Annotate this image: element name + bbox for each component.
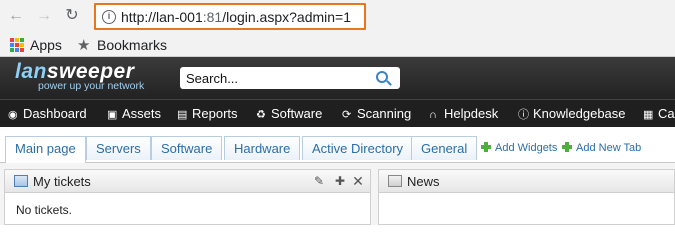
- lansweeper-logo[interactable]: lansweeper power up your network: [15, 60, 144, 92]
- close-icon[interactable]: ✕: [351, 174, 365, 188]
- nav-reports[interactable]: ▤ Reports: [177, 106, 238, 121]
- info-icon: ⓘ: [518, 109, 529, 121]
- apps-dot: [10, 48, 14, 52]
- reload-icon[interactable]: ↻: [64, 8, 80, 24]
- site-info-icon[interactable]: i: [102, 10, 116, 24]
- nav-knowledgebase[interactable]: ⓘ Knowledgebase: [518, 106, 626, 122]
- apps-dot: [15, 43, 19, 47]
- reports-icon: ▤: [177, 109, 188, 121]
- app-header: lansweeper power up your network: [0, 57, 675, 99]
- apps-dot: [20, 48, 24, 52]
- star-icon[interactable]: ★: [77, 36, 90, 54]
- tab-servers[interactable]: Servers: [86, 136, 151, 160]
- widget-header: My tickets ✎ ✚ ✕: [5, 170, 370, 193]
- plus-icon: [562, 142, 572, 152]
- add-new-tab-label: Add New Tab: [576, 142, 642, 154]
- scanning-icon: ⟳: [342, 109, 352, 121]
- widget-area: My tickets ✎ ✚ ✕ No tickets. News: [0, 163, 675, 225]
- edit-icon[interactable]: ✎: [312, 174, 326, 188]
- apps-dot: [10, 43, 14, 47]
- news-widget: News: [378, 169, 675, 225]
- tab-software[interactable]: Software: [151, 136, 223, 160]
- add-new-tab-button[interactable]: Add New Tab: [562, 141, 641, 154]
- logo-tagline: power up your network: [38, 80, 145, 92]
- nav-scanning[interactable]: ⟳ Scanning: [342, 106, 411, 121]
- forward-arrow-icon[interactable]: →: [36, 8, 52, 24]
- bookmarks-bar: Apps ★ Bookmarks: [0, 33, 675, 57]
- browser-toolbar: ← → ↻ i http://lan-001:81/login.aspx?adm…: [0, 0, 675, 33]
- assets-icon: ▣: [107, 109, 118, 121]
- nav-label: Helpdesk: [444, 106, 499, 121]
- headset-icon: ∩: [429, 109, 437, 121]
- apps-grid-icon[interactable]: [10, 38, 24, 52]
- dashboard-icon: ◉: [8, 109, 18, 121]
- nav-label: Ca: [658, 106, 675, 121]
- new-ticket-icon[interactable]: ✚: [333, 174, 347, 188]
- tab-main-page[interactable]: Main page: [5, 136, 86, 163]
- apps-dot: [20, 38, 24, 42]
- nav-label: Software: [271, 106, 323, 121]
- search-icon[interactable]: [376, 71, 388, 83]
- tab-active-directory[interactable]: Active Directory: [302, 136, 414, 160]
- news-icon: [388, 175, 402, 187]
- nav-label: Scanning: [357, 106, 412, 121]
- widget-header: News: [379, 170, 674, 193]
- nav-label: Dashboard: [23, 106, 87, 121]
- tab-hardware[interactable]: Hardware: [224, 136, 301, 160]
- software-icon: ♻: [256, 109, 266, 121]
- apps-dot: [10, 38, 14, 42]
- nav-label: Knowledgebase: [533, 106, 626, 121]
- apps-bookmark[interactable]: Apps: [30, 37, 62, 53]
- nav-helpdesk[interactable]: ∩ Helpdesk: [429, 106, 498, 121]
- tab-bar: Main page Servers Software Hardware Acti…: [0, 127, 675, 163]
- add-widgets-label: Add Widgets: [495, 142, 558, 154]
- tickets-icon: [14, 175, 28, 187]
- apps-dot: [15, 48, 19, 52]
- url-text[interactable]: http://lan-001:81/login.aspx?admin=1: [121, 9, 351, 25]
- tab-general[interactable]: General: [411, 136, 478, 160]
- apps-dot: [15, 38, 19, 42]
- nav-software[interactable]: ♻ Software: [256, 106, 322, 121]
- nav-calendar[interactable]: ▦ Ca: [643, 106, 675, 121]
- nav-assets[interactable]: ▣ Assets: [107, 106, 161, 121]
- plus-icon: [481, 142, 491, 152]
- back-arrow-icon[interactable]: ←: [8, 8, 24, 24]
- nav-label: Assets: [122, 106, 162, 121]
- apps-dot: [20, 43, 24, 47]
- add-widgets-button[interactable]: Add Widgets: [481, 141, 557, 154]
- url-port: :81: [202, 9, 223, 25]
- url-path: /login.aspx?admin=1: [222, 9, 352, 25]
- main-nav: ◉ Dashboard ▣ Assets ▤ Reports ♻ Software ⟳ S…: [0, 99, 675, 127]
- nav-label: Reports: [192, 106, 238, 121]
- widget-body: No tickets.: [16, 203, 73, 217]
- widget-title: News: [407, 174, 440, 189]
- url-host: http://lan-001: [121, 9, 203, 25]
- calendar-icon: ▦: [643, 109, 654, 121]
- address-bar[interactable]: i http://lan-001:81/login.aspx?admin=1: [94, 3, 366, 30]
- bookmarks-folder[interactable]: Bookmarks: [97, 37, 167, 53]
- search-input[interactable]: [186, 69, 366, 87]
- search-box: [180, 67, 400, 89]
- my-tickets-widget: My tickets ✎ ✚ ✕ No tickets.: [4, 169, 371, 225]
- nav-dashboard[interactable]: ◉ Dashboard: [8, 106, 87, 121]
- widget-title: My tickets: [33, 174, 91, 189]
